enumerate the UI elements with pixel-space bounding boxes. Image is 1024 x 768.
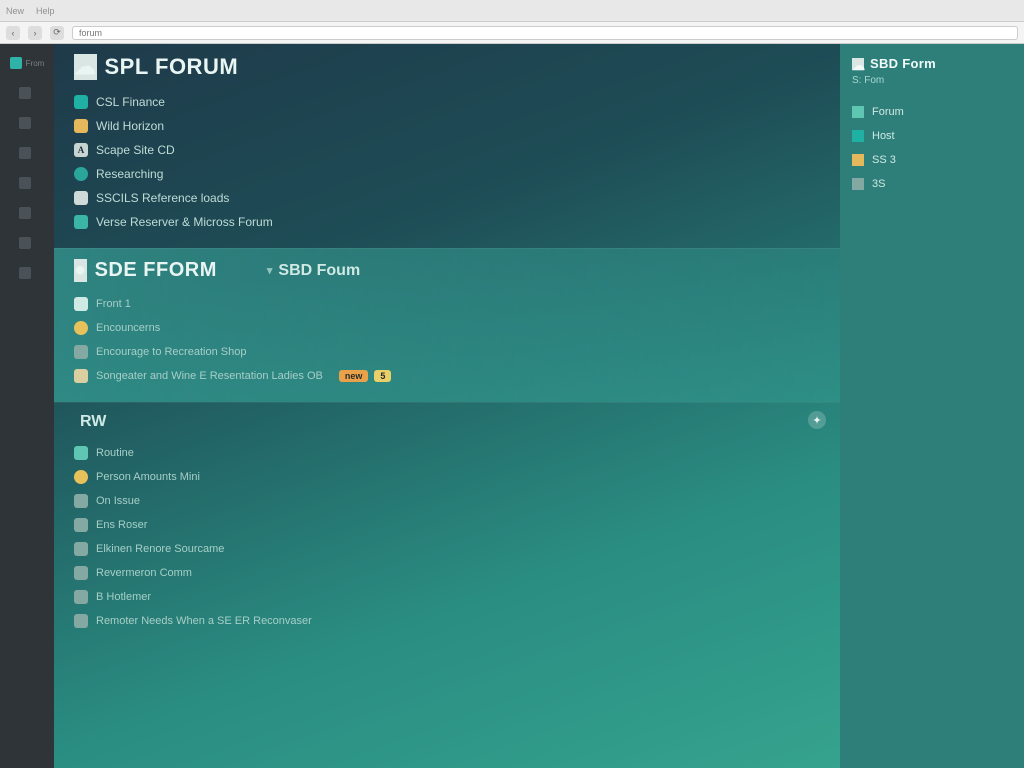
square-icon <box>74 614 88 628</box>
forum-link[interactable]: Encouncerns <box>74 316 820 340</box>
cloud-icon: ☁ <box>852 58 864 70</box>
section-subtitle: ▾ SBD Foum <box>267 262 360 280</box>
square-icon <box>19 87 31 99</box>
forum-link[interactable]: Researching <box>74 162 820 186</box>
forum-link[interactable]: Front 1 <box>74 292 820 316</box>
forum-link[interactable]: Routine <box>74 441 820 465</box>
forum-section-sde: ● SDE FFORM ▾ SBD Foum Front 1 Encouncer… <box>54 248 840 402</box>
count-badge: 5 <box>374 370 391 382</box>
forum-link[interactable]: CSL Finance <box>74 90 820 114</box>
section-title: RW <box>74 413 106 431</box>
square-icon <box>74 345 88 359</box>
text-icon: A <box>74 143 88 157</box>
leftbar-item[interactable] <box>0 140 54 166</box>
square-icon <box>74 518 88 532</box>
square-icon <box>74 590 88 604</box>
teal-icon <box>852 130 864 142</box>
forum-link[interactable]: Encourage to Recreation Shop <box>74 340 820 364</box>
leftbar-item[interactable] <box>0 110 54 136</box>
rightbar-link[interactable]: SS 3 <box>852 148 1012 172</box>
browser-toolbar: ‹ › ⟳ forum <box>0 22 1024 44</box>
folder-icon <box>74 119 88 133</box>
cloud-icon: ☁ <box>74 54 97 80</box>
forum-section-spl: ☁ SPL FORUM CSL Finance Wild Horizon ASc… <box>54 44 840 248</box>
forum-link[interactable]: Songeater and Wine E Resentation Ladies … <box>74 364 820 388</box>
card-icon <box>74 191 88 205</box>
app-icon <box>74 95 88 109</box>
main-content: ☁ SPL FORUM CSL Finance Wild Horizon ASc… <box>54 44 840 768</box>
leftbar-item[interactable] <box>0 230 54 256</box>
green-icon <box>74 446 88 460</box>
green-icon <box>852 106 864 118</box>
forum-section-rw: ✦ RW Routine Person Amounts Mini On Issu… <box>54 402 840 647</box>
leftbar-item[interactable]: From <box>0 50 54 76</box>
box-icon <box>74 215 88 229</box>
right-sidebar: ☁ SBD Form S: Fom Forum Host SS 3 3S <box>840 44 1024 768</box>
forum-link[interactable]: Ens Roser <box>74 513 820 537</box>
note-icon <box>74 369 88 383</box>
square-icon <box>10 57 22 69</box>
dot-icon <box>74 321 88 335</box>
square-icon <box>19 117 31 129</box>
rightbar-title: ☁ SBD Form <box>852 56 1012 71</box>
square-icon <box>19 147 31 159</box>
square-icon <box>74 494 88 508</box>
folder-icon <box>852 154 864 166</box>
forward-button[interactable]: › <box>28 26 42 40</box>
browser-tab-strip: New Help <box>0 0 1024 22</box>
square-icon <box>19 237 31 249</box>
leftbar-item[interactable] <box>0 80 54 106</box>
forum-link[interactable]: AScape Site CD <box>74 138 820 162</box>
cloud-icon: ● <box>74 259 87 282</box>
dot-icon <box>74 470 88 484</box>
forum-link[interactable]: Remoter Needs When a SE ER Reconvaser <box>74 609 820 633</box>
rightbar-link[interactable]: 3S <box>852 172 1012 196</box>
forum-link[interactable]: B Hotlemer <box>74 585 820 609</box>
square-icon <box>852 178 864 190</box>
back-button[interactable]: ‹ <box>6 26 20 40</box>
square-icon <box>74 566 88 580</box>
badge-group: new 5 <box>339 370 392 382</box>
doc-icon <box>74 297 88 311</box>
status-badge: new <box>339 370 369 382</box>
browser-tab[interactable]: New <box>6 6 24 16</box>
forum-link[interactable]: Elkinen Renore Sourcame <box>74 537 820 561</box>
url-bar[interactable]: forum <box>72 26 1018 40</box>
globe-icon <box>74 167 88 181</box>
leftbar-item[interactable] <box>0 170 54 196</box>
rightbar-subtitle: S: Fom <box>852 75 1012 86</box>
square-icon <box>19 177 31 189</box>
forum-link[interactable]: Revermeron Comm <box>74 561 820 585</box>
forum-link[interactable]: Verse Reserver & Micross Forum <box>74 210 820 234</box>
square-icon <box>19 207 31 219</box>
square-icon <box>74 542 88 556</box>
square-icon <box>19 267 31 279</box>
rightbar-link[interactable]: Host <box>852 124 1012 148</box>
reload-button[interactable]: ⟳ <box>50 26 64 40</box>
forum-link[interactable]: On Issue <box>74 489 820 513</box>
section-title: ● SDE FFORM <box>74 259 217 282</box>
settings-icon[interactable]: ✦ <box>808 411 826 429</box>
left-sidebar: From <box>0 44 54 768</box>
leftbar-item[interactable] <box>0 260 54 286</box>
leftbar-item[interactable] <box>0 200 54 226</box>
rightbar-link[interactable]: Forum <box>852 100 1012 124</box>
forum-link[interactable]: Person Amounts Mini <box>74 465 820 489</box>
section-title: ☁ SPL FORUM <box>74 54 238 80</box>
chevron-down-icon: ▾ <box>267 264 273 277</box>
forum-link[interactable]: SSCILS Reference loads <box>74 186 820 210</box>
browser-tab[interactable]: Help <box>36 6 55 16</box>
forum-link[interactable]: Wild Horizon <box>74 114 820 138</box>
